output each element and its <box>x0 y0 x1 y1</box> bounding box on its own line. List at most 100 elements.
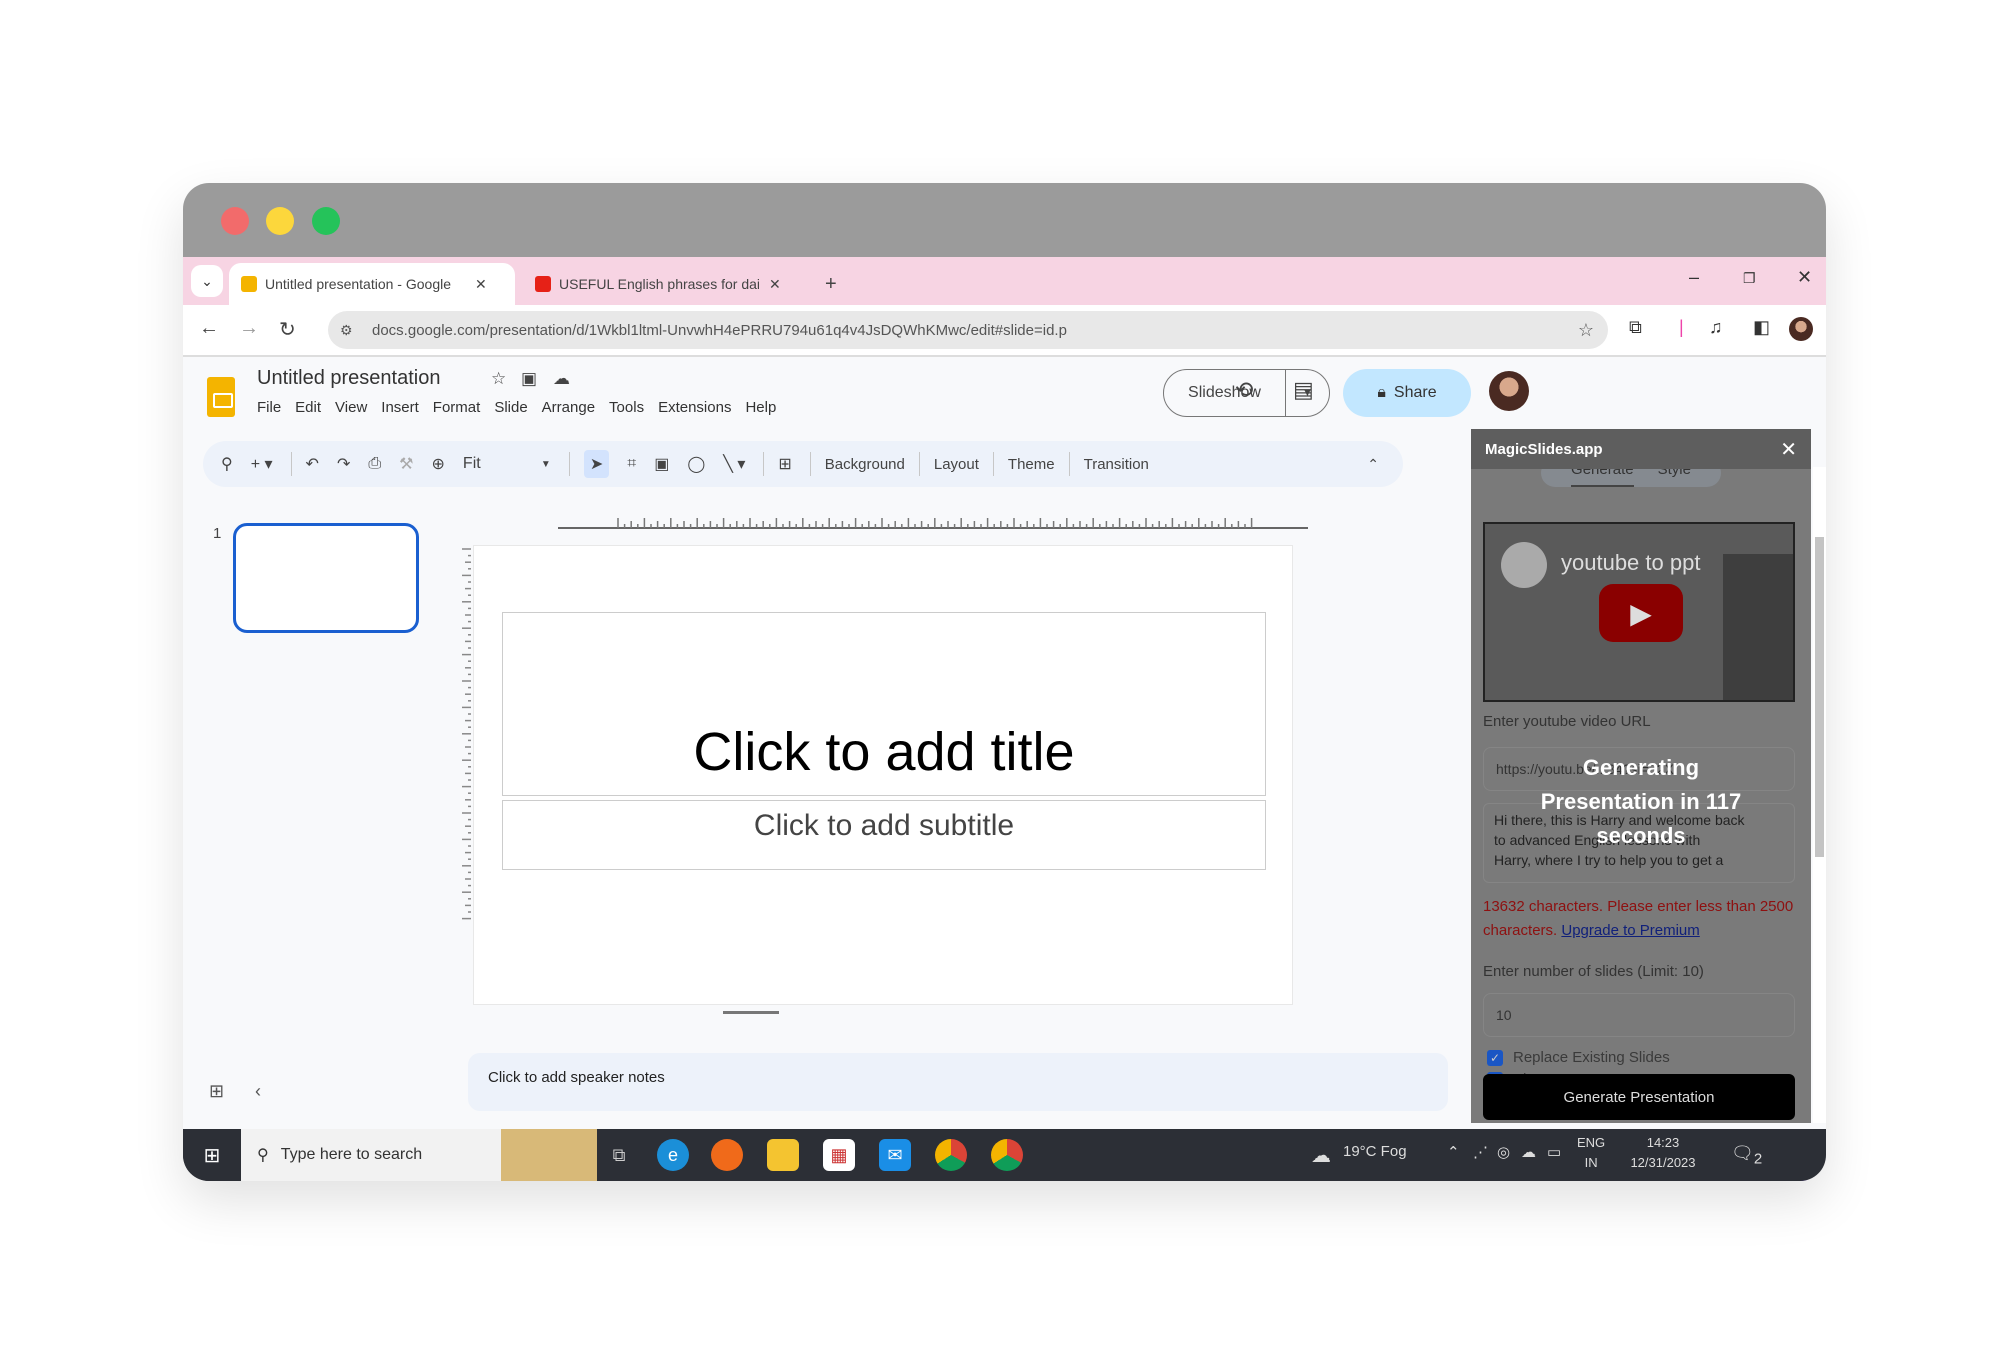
restore-button[interactable]: ❐ <box>1743 270 1756 287</box>
forward-icon[interactable]: → <box>239 317 259 340</box>
move-folder-icon[interactable]: ▣ <box>521 369 537 389</box>
upgrade-link[interactable]: Upgrade to Premium <box>1561 922 1699 939</box>
firefox-icon[interactable] <box>711 1139 743 1171</box>
cloud-saved-icon[interactable]: ☁ <box>553 369 570 389</box>
notes-resize-handle[interactable] <box>723 1011 779 1014</box>
windows-start-button[interactable]: ⊞ <box>183 1129 241 1181</box>
text-box-icon[interactable]: ⌗ <box>627 455 636 473</box>
replace-slides-checkbox[interactable]: ✓ Replace Existing Slides <box>1487 1049 1670 1066</box>
background-button[interactable]: Background <box>825 456 905 473</box>
taskbar-search[interactable]: ⚲ Type here to search <box>241 1129 501 1181</box>
layout-button[interactable]: Layout <box>934 456 979 473</box>
google-slides-logo[interactable] <box>207 377 235 417</box>
menu-edit[interactable]: Edit <box>295 399 321 416</box>
document-title[interactable]: Untitled presentation <box>257 367 440 390</box>
menu-extensions[interactable]: Extensions <box>658 399 731 416</box>
microsoft-store-icon[interactable]: ▦ <box>823 1139 855 1171</box>
maximize-window-button[interactable] <box>312 207 340 235</box>
zoom-icon[interactable]: ⊕ <box>432 454 445 474</box>
search-menus-icon[interactable]: ⚲ <box>221 454 233 474</box>
show-hidden-icons[interactable]: ⌃ <box>1447 1143 1460 1161</box>
slides-count-input[interactable]: 10 <box>1483 993 1795 1037</box>
new-tab-button[interactable]: + <box>813 263 849 305</box>
weather-icon[interactable]: ☁ <box>1311 1143 1331 1168</box>
back-icon[interactable]: ← <box>199 317 219 340</box>
display-icon[interactable]: ▭ <box>1547 1143 1561 1161</box>
site-settings-icon[interactable]: ⚙ <box>340 322 353 339</box>
star-icon[interactable]: ☆ <box>491 369 506 389</box>
reload-icon[interactable]: ↻ <box>279 317 296 342</box>
menu-slide[interactable]: Slide <box>494 399 527 416</box>
panel-scrollbar[interactable] <box>1813 467 1826 1123</box>
chrome-icon[interactable] <box>935 1139 967 1171</box>
tab-youtube[interactable]: USEFUL English phrases for dai ✕ <box>523 263 809 305</box>
new-slide-icon[interactable]: + ▾ <box>251 454 273 474</box>
youtube-play-icon[interactable]: ▶ <box>1599 584 1683 642</box>
mail-icon[interactable]: ✉ <box>879 1139 911 1171</box>
close-tab-icon[interactable]: ✕ <box>475 276 487 293</box>
menu-help[interactable]: Help <box>745 399 776 416</box>
print-icon[interactable]: ⎙ <box>368 455 381 473</box>
minimize-button[interactable]: – <box>1689 267 1699 288</box>
paint-format-icon[interactable]: ⚒ <box>399 454 413 474</box>
grid-view-icon[interactable]: ⊞ <box>209 1081 224 1102</box>
browser-window: ⌄ Untitled presentation - Google ✕ USEFU… <box>183 183 1826 1181</box>
image-icon[interactable]: ▣ <box>654 454 669 474</box>
slide-canvas[interactable]: Click to add title Click to add subtitle <box>473 545 1293 1005</box>
speaker-notes[interactable]: Click to add speaker notes <box>468 1053 1448 1111</box>
bookmark-star-icon[interactable]: ☆ <box>1578 320 1594 341</box>
share-button[interactable]: 🔒︎ Share <box>1343 369 1471 417</box>
profile-avatar[interactable] <box>1789 317 1813 341</box>
clock[interactable]: 14:23 12/31/2023 <box>1623 1133 1703 1173</box>
minimize-window-button[interactable] <box>266 207 294 235</box>
zoom-dropdown-icon[interactable]: ▼ <box>541 459 551 470</box>
title-placeholder[interactable]: Click to add title <box>502 612 1266 796</box>
theme-button[interactable]: Theme <box>1008 456 1055 473</box>
menu-arrange[interactable]: Arrange <box>542 399 595 416</box>
menu-file[interactable]: File <box>257 399 281 416</box>
menu-tools[interactable]: Tools <box>609 399 644 416</box>
close-window-button[interactable] <box>221 207 249 235</box>
slideshow-dropdown-icon[interactable]: ▼ <box>1286 387 1329 399</box>
close-button[interactable]: ✕ <box>1797 267 1812 288</box>
tab-google-slides[interactable]: Untitled presentation - Google ✕ <box>229 263 515 305</box>
account-avatar[interactable] <box>1489 371 1529 411</box>
tab-search-button[interactable]: ⌄ <box>191 265 223 297</box>
tutorial-video[interactable]: youtube to ppt ▶ <box>1483 522 1795 702</box>
notifications-icon[interactable]: 🗨︎2 <box>1731 1143 1762 1168</box>
shape-icon[interactable]: ◯ <box>687 454 705 474</box>
line-icon[interactable]: ╲ ▾ <box>723 454 745 474</box>
transition-button[interactable]: Transition <box>1084 456 1149 473</box>
slide-thumbnail[interactable] <box>233 523 419 633</box>
edge-icon[interactable]: e <box>657 1139 689 1171</box>
task-view-icon[interactable]: ⧉ <box>603 1139 635 1171</box>
media-control-icon[interactable]: ♫ <box>1709 317 1723 338</box>
weather-text[interactable]: 19°C Fog <box>1343 1143 1407 1160</box>
menu-insert[interactable]: Insert <box>381 399 419 416</box>
collapse-toolbar-icon[interactable]: ⌃ <box>1367 456 1379 473</box>
close-tab-icon[interactable]: ✕ <box>769 276 781 293</box>
onedrive-icon[interactable]: ☁ <box>1521 1143 1536 1161</box>
menu-format[interactable]: Format <box>433 399 481 416</box>
battery-saver-icon[interactable]: ◎ <box>1497 1143 1510 1161</box>
chrome-profile-icon[interactable] <box>991 1139 1023 1171</box>
file-explorer-icon[interactable] <box>767 1139 799 1171</box>
close-panel-icon[interactable]: ✕ <box>1780 437 1797 462</box>
generate-presentation-button[interactable]: Generate Presentation <box>1483 1074 1795 1120</box>
collapse-filmstrip-icon[interactable]: ‹ <box>255 1081 261 1102</box>
divider <box>1068 452 1070 476</box>
select-tool-icon[interactable]: ➤ <box>583 450 610 478</box>
slideshow-button[interactable]: Slideshow ▼ <box>1163 369 1330 417</box>
zoom-select[interactable]: Fit <box>463 455 523 473</box>
redo-icon[interactable]: ↷ <box>337 454 350 474</box>
subtitle-placeholder[interactable]: Click to add subtitle <box>502 800 1266 870</box>
network-icon[interactable]: ⋰ <box>1473 1143 1488 1161</box>
scrollbar-thumb[interactable] <box>1815 537 1824 857</box>
menu-view[interactable]: View <box>335 399 367 416</box>
comment-add-icon[interactable]: ⊞ <box>778 454 791 474</box>
url-bar[interactable]: ⚙ docs.google.com/presentation/d/1Wkbl1l… <box>328 311 1608 349</box>
undo-icon[interactable]: ↶ <box>306 454 319 474</box>
side-panel-icon[interactable]: ◧ <box>1753 317 1770 338</box>
extensions-icon[interactable]: ⧉ <box>1629 317 1642 338</box>
language-indicator[interactable]: ENG IN <box>1577 1133 1605 1173</box>
